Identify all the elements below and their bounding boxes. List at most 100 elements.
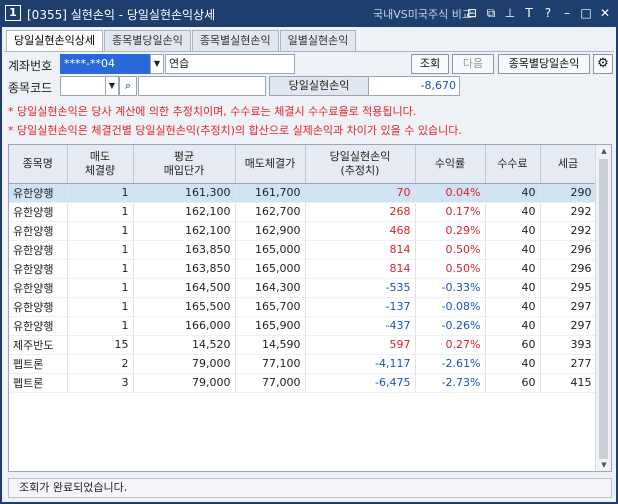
table-row[interactable]: 유한양행 1 164,500 164,300 -535 -0.33% 40 295	[9, 278, 597, 298]
avg-price-cell: 14,520	[133, 335, 236, 355]
vertical-scrollbar[interactable]: ▲ ▼	[595, 145, 611, 471]
query-button[interactable]: 조회	[411, 54, 449, 74]
tax-cell: 292	[540, 202, 597, 222]
fee-cell: 40	[485, 278, 541, 298]
column-header-line: 매입단가	[163, 163, 205, 177]
pnl-cell: -535	[305, 278, 416, 298]
return-rate-cell: -0.33%	[415, 278, 486, 298]
realized-pnl-value: -8,670	[368, 76, 460, 96]
link-icon[interactable]: ⊟	[463, 4, 481, 22]
sell-qty-cell: 1	[67, 183, 134, 203]
tab-daily-realized[interactable]: 일별실현손익	[279, 30, 357, 51]
sell-price-cell: 162,700	[235, 202, 306, 222]
return-rate-cell: 0.50%	[415, 240, 486, 260]
column-header-line: 체결량	[84, 163, 116, 177]
tab-daily-realized-detail[interactable]: 당일실현손익상세	[6, 30, 103, 52]
sell-qty-cell: 1	[67, 221, 134, 241]
column-header[interactable]: 세금	[540, 145, 597, 184]
avg-price-cell: 162,100	[133, 202, 236, 222]
sell-price-cell: 14,590	[235, 335, 306, 355]
column-header[interactable]: 수익률	[415, 145, 486, 184]
sell-qty-cell: 1	[67, 240, 134, 260]
table-row[interactable]: 유한양행 1 161,300 161,700 70 0.04% 40 290	[9, 183, 597, 203]
stock-name-cell: 유한양행	[9, 202, 68, 222]
close-icon[interactable]: ✕	[596, 4, 614, 22]
copy-icon[interactable]: ⧉	[482, 4, 500, 22]
sell-price-cell: 164,300	[235, 278, 306, 298]
sell-qty-cell: 3	[67, 373, 134, 393]
return-rate-cell: 0.04%	[415, 183, 486, 203]
avg-price-cell: 165,500	[133, 297, 236, 317]
table-row[interactable]: 펩트론 2 79,000 77,100 -4,117 -2.61% 40 277	[9, 354, 597, 374]
account-input[interactable]: ****-**04	[60, 54, 150, 74]
by-stock-button[interactable]: 종목별당일손익	[498, 54, 590, 74]
minimize-icon[interactable]: –	[558, 4, 576, 22]
avg-price-cell: 163,850	[133, 259, 236, 279]
column-header[interactable]: 매도 체결량	[67, 145, 134, 184]
scrollbar-thumb[interactable]	[599, 159, 608, 459]
scroll-down-icon[interactable]: ▼	[596, 459, 611, 471]
tab-divider	[4, 51, 614, 52]
tax-cell: 277	[540, 354, 597, 374]
sell-qty-cell: 1	[67, 297, 134, 317]
realized-pnl-label: 당일실현손익	[269, 76, 369, 96]
stock-code-input[interactable]	[60, 76, 106, 96]
table-row[interactable]: 유한양행 1 163,850 165,000 814 0.50% 40 296	[9, 259, 597, 279]
sell-price-cell: 77,000	[235, 373, 306, 393]
return-rate-cell: 0.29%	[415, 221, 486, 241]
tax-cell: 297	[540, 316, 597, 336]
return-rate-cell: -2.61%	[415, 354, 486, 374]
table-row[interactable]: 유한양행 1 162,100 162,700 268 0.17% 40 292	[9, 202, 597, 222]
fee-cell: 60	[485, 335, 541, 355]
window: 1 [0355] 실현손익 - 당일실현손익상세 국내VS미국주식 비교 ⊟ ⧉…	[0, 0, 618, 504]
help-icon[interactable]: ?	[539, 4, 557, 22]
table-row[interactable]: 유한양행 1 162,100 162,900 468 0.29% 40 292	[9, 221, 597, 241]
search-icon[interactable]: ⌕	[119, 76, 137, 96]
next-button[interactable]: 다음	[452, 54, 494, 74]
stock-name-field	[138, 76, 266, 96]
title-bar: 1 [0355] 실현손익 - 당일실현손익상세 국내VS미국주식 비교 ⊟ ⧉…	[0, 0, 618, 27]
window-title: [0355] 실현손익 - 당일실현손익상세	[27, 8, 216, 22]
pin-icon[interactable]: ⊥	[501, 4, 519, 22]
tab-realized-by-stock[interactable]: 종목별실현손익	[191, 30, 279, 51]
table-row[interactable]: 펩트론 3 79,000 77,000 -6,475 -2.73% 60 415	[9, 373, 597, 393]
stock-name-cell: 유한양행	[9, 183, 68, 203]
gear-icon[interactable]: ⚙	[593, 54, 613, 74]
tax-cell: 295	[540, 278, 597, 298]
tax-cell: 296	[540, 259, 597, 279]
compare-link[interactable]: 국내VS미국주식 비교	[373, 6, 472, 22]
column-header[interactable]: 당일실현손익 (추정치)	[305, 145, 416, 184]
column-header[interactable]: 평균 매입단가	[133, 145, 236, 184]
fee-cell: 40	[485, 221, 541, 241]
column-header[interactable]: 매도체결가	[235, 145, 306, 184]
avg-price-cell: 162,100	[133, 221, 236, 241]
sell-qty-cell: 1	[67, 316, 134, 336]
fee-cell: 60	[485, 373, 541, 393]
column-header-line: 수수료	[497, 156, 528, 170]
maximize-icon[interactable]: □	[577, 4, 595, 22]
font-icon[interactable]: T	[520, 4, 538, 22]
column-header[interactable]: 수수료	[485, 145, 541, 184]
tab-daily-by-stock[interactable]: 종목별당일손익	[103, 30, 191, 51]
window-number[interactable]: 1	[5, 5, 21, 21]
table-row[interactable]: 유한양행 1 166,000 165,900 -437 -0.26% 40 297	[9, 316, 597, 336]
sell-price-cell: 165,900	[235, 316, 306, 336]
fee-cell: 40	[485, 297, 541, 317]
scroll-up-icon[interactable]: ▲	[596, 145, 611, 157]
column-header[interactable]: 종목명	[9, 145, 68, 184]
pnl-cell: 70	[305, 183, 416, 203]
pnl-cell: 268	[305, 202, 416, 222]
table-row[interactable]: 제주반도 15 14,520 14,590 597 0.27% 60 393	[9, 335, 597, 355]
account-name: 연습	[165, 54, 295, 74]
fee-cell: 40	[485, 354, 541, 374]
fee-cell: 40	[485, 202, 541, 222]
tax-cell: 292	[540, 221, 597, 241]
table-row[interactable]: 유한양행 1 163,850 165,000 814 0.50% 40 296	[9, 240, 597, 260]
table-row[interactable]: 유한양행 1 165,500 165,700 -137 -0.08% 40 297	[9, 297, 597, 317]
account-dropdown-icon[interactable]: ▼	[150, 54, 164, 74]
pnl-table[interactable]: 종목명 매도 체결량 평균 매입단가 매도체결가 당일실현손익 (추정치) 수익률 수수료 세금 유…	[8, 144, 612, 472]
fee-cell: 40	[485, 259, 541, 279]
tax-cell: 290	[540, 183, 597, 203]
notice-2: * 당일실현손익은 체결건별 당일실현손익(추정치)의 합산으로 실제손익과 차…	[8, 124, 462, 137]
stock-code-dropdown-icon[interactable]: ▼	[105, 76, 119, 96]
